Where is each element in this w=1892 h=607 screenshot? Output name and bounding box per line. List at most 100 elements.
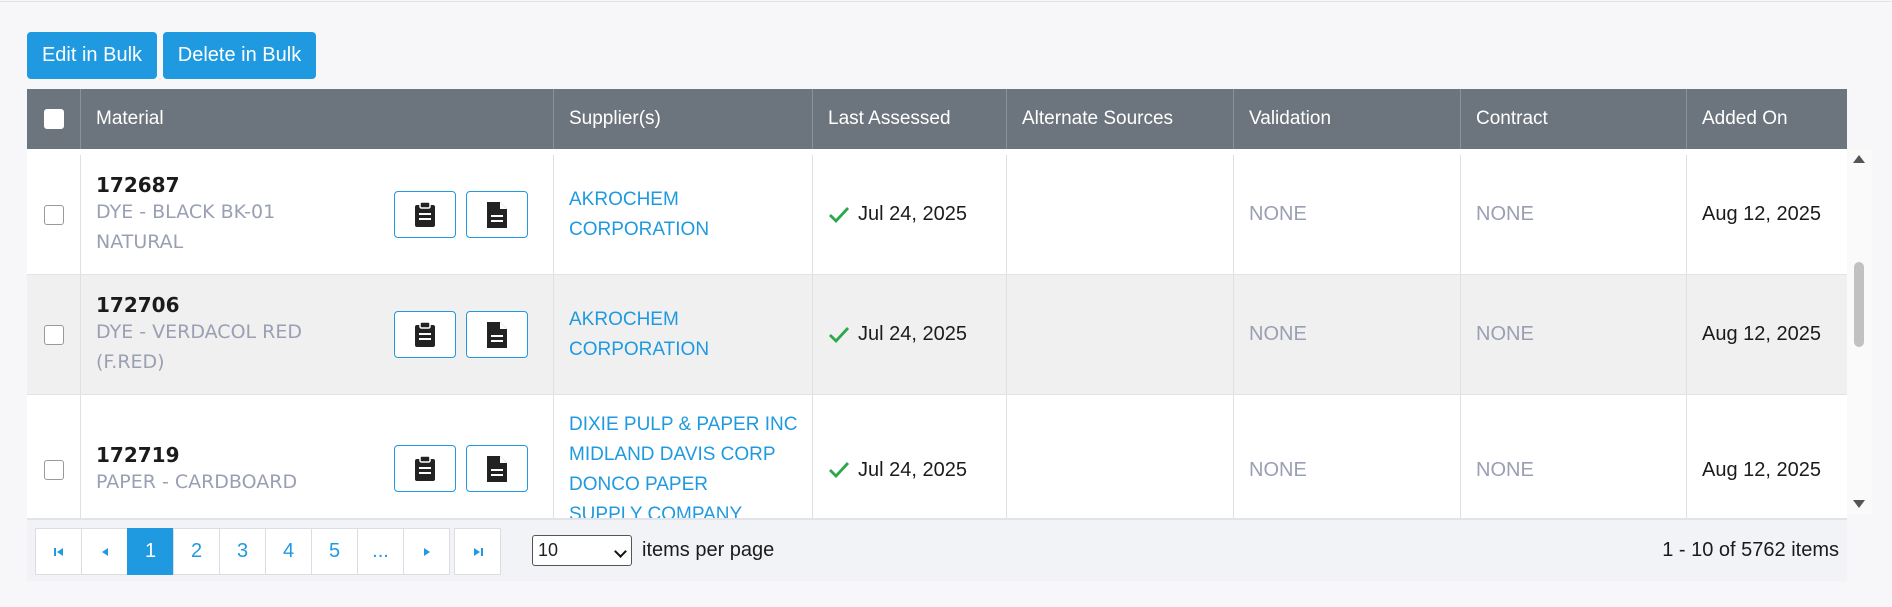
page-button-2[interactable]: 2 <box>173 528 220 575</box>
items-per-page-value: 10 <box>538 540 559 560</box>
document-icon <box>487 201 507 228</box>
clipboard-icon <box>415 321 435 347</box>
alternate-sources-cell <box>1006 155 1233 274</box>
contract-cell: NONE <box>1460 275 1686 394</box>
clipboard-button[interactable] <box>394 311 456 358</box>
previous-page-icon <box>101 547 108 556</box>
row-select-cell <box>27 395 80 518</box>
clipboard-icon <box>415 455 435 481</box>
contract-cell: NONE <box>1460 155 1686 274</box>
material-cell: 172719 PAPER - CARDBOARD <box>80 395 553 518</box>
items-per-page-select[interactable]: 10 <box>532 535 632 566</box>
last-page-icon <box>473 547 483 556</box>
material-cell: 172687 DYE - BLACK BK-01 NATURAL <box>80 155 553 274</box>
column-header-label: Added On <box>1702 108 1788 129</box>
last-assessed-cell: Jul 24, 2025 <box>812 155 1006 274</box>
material-description: PAPER - CARDBOARD <box>96 471 298 493</box>
chevron-down-icon <box>614 545 627 558</box>
material-id: 172719 <box>96 443 180 467</box>
document-button[interactable] <box>466 191 528 238</box>
clipboard-button[interactable] <box>394 445 456 492</box>
column-header-added-on[interactable]: Added On <box>1686 89 1847 149</box>
suppliers-cell: AKROCHEM CORPORATION <box>553 275 812 394</box>
first-page-button[interactable] <box>35 528 82 575</box>
column-header-label: Alternate Sources <box>1022 108 1174 129</box>
supplier-link[interactable]: AKROCHEM CORPORATION <box>569 305 719 365</box>
first-page-icon <box>53 547 63 556</box>
pagination-bar: 1 2 3 4 5 ... 10 items per page 1 - 10 o… <box>27 519 1847 581</box>
scroll-down-arrow-icon[interactable] <box>1853 500 1865 508</box>
column-header-alternate-sources[interactable]: Alternate Sources <box>1006 89 1233 149</box>
validation-cell: NONE <box>1233 395 1460 518</box>
more-pages-button[interactable]: ... <box>357 528 404 575</box>
validation-value: NONE <box>1249 458 1307 481</box>
validation-value: NONE <box>1249 203 1307 225</box>
column-header-validation[interactable]: Validation <box>1233 89 1460 149</box>
added-on-cell: Aug 12, 2025 <box>1686 395 1847 518</box>
items-count-summary: 1 - 10 of 5762 items <box>1662 539 1839 561</box>
document-button[interactable] <box>466 311 528 358</box>
contract-cell: NONE <box>1460 395 1686 518</box>
material-id: 172706 <box>96 292 180 317</box>
supplier-link[interactable]: AKROCHEM CORPORATION <box>569 185 719 245</box>
scrollbar-thumb[interactable] <box>1854 262 1864 347</box>
supplier-link[interactable]: MIDLAND DAVIS CORP <box>569 440 797 470</box>
last-assessed-date: Jul 24, 2025 <box>858 323 967 345</box>
page-button-4[interactable]: 4 <box>265 528 312 575</box>
column-header-last-assessed[interactable]: Last Assessed <box>812 89 1006 149</box>
column-header-label: Last Assessed <box>828 108 951 129</box>
added-on-date: Aug 12, 2025 <box>1702 323 1821 345</box>
previous-page-button[interactable] <box>81 528 128 575</box>
delete-in-bulk-button[interactable]: Delete in Bulk <box>163 32 316 79</box>
column-header-material[interactable]: Material <box>80 89 553 149</box>
added-on-date: Aug 12, 2025 <box>1702 203 1821 225</box>
validation-value: NONE <box>1249 323 1307 345</box>
document-icon <box>487 321 507 348</box>
suppliers-cell: DIXIE PULP & PAPER INC MIDLAND DAVIS COR… <box>553 395 812 518</box>
table-row: 172706 DYE - VERDACOL RED (F.RED) AKROCH… <box>27 275 1847 395</box>
last-assessed-date: Jul 24, 2025 <box>858 203 967 225</box>
scroll-up-arrow-icon[interactable] <box>1853 155 1865 163</box>
row-select-cell <box>27 275 80 394</box>
page-button-1[interactable]: 1 <box>127 528 174 575</box>
header-select-all-cell <box>27 89 80 149</box>
page-button-5[interactable]: 5 <box>311 528 358 575</box>
checkmark-icon <box>829 326 850 343</box>
next-page-button[interactable] <box>403 528 450 575</box>
select-all-checkbox[interactable] <box>43 109 64 129</box>
row-checkbox[interactable] <box>43 204 64 225</box>
clipboard-button[interactable] <box>394 191 456 238</box>
last-page-button[interactable] <box>454 528 501 575</box>
items-per-page-label: items per page <box>642 539 775 561</box>
supplier-link[interactable]: DONCO PAPER SUPPLY COMPANY <box>569 470 779 518</box>
column-header-suppliers[interactable]: Supplier(s) <box>553 89 812 149</box>
checkmark-icon <box>829 462 850 479</box>
material-id: 172687 <box>96 172 180 197</box>
column-header-contract[interactable]: Contract <box>1460 89 1686 149</box>
pager: 1 2 3 4 5 ... <box>35 528 501 575</box>
document-button[interactable] <box>466 445 528 492</box>
page-button-3[interactable]: 3 <box>219 528 266 575</box>
suppliers-cell: AKROCHEM CORPORATION <box>553 155 812 274</box>
grid-header: Material Supplier(s) Last Assessed Alter… <box>27 89 1847 149</box>
column-header-label: Contract <box>1476 108 1548 129</box>
checkmark-icon <box>829 206 850 223</box>
column-header-label: Supplier(s) <box>569 108 661 129</box>
table-row: 172719 PAPER - CARDBOARD DIXIE PULP & PA… <box>27 395 1847 519</box>
grid-scrollbar[interactable] <box>1847 149 1872 514</box>
top-divider <box>0 0 1892 2</box>
row-checkbox[interactable] <box>43 460 64 480</box>
contract-value: NONE <box>1476 323 1534 345</box>
edit-in-bulk-button[interactable]: Edit in Bulk <box>27 32 157 79</box>
contract-value: NONE <box>1476 203 1534 225</box>
added-on-cell: Aug 12, 2025 <box>1686 275 1847 394</box>
last-assessed-date: Jul 24, 2025 <box>858 458 967 481</box>
column-header-label: Validation <box>1249 108 1332 129</box>
table-row: 172687 DYE - BLACK BK-01 NATURAL AKROCHE… <box>27 155 1847 275</box>
row-select-cell <box>27 155 80 274</box>
alternate-sources-cell <box>1006 395 1233 518</box>
alternate-sources-cell <box>1006 275 1233 394</box>
supplier-link[interactable]: DIXIE PULP & PAPER INC <box>569 410 797 440</box>
document-icon <box>487 455 507 482</box>
row-checkbox[interactable] <box>43 324 64 345</box>
